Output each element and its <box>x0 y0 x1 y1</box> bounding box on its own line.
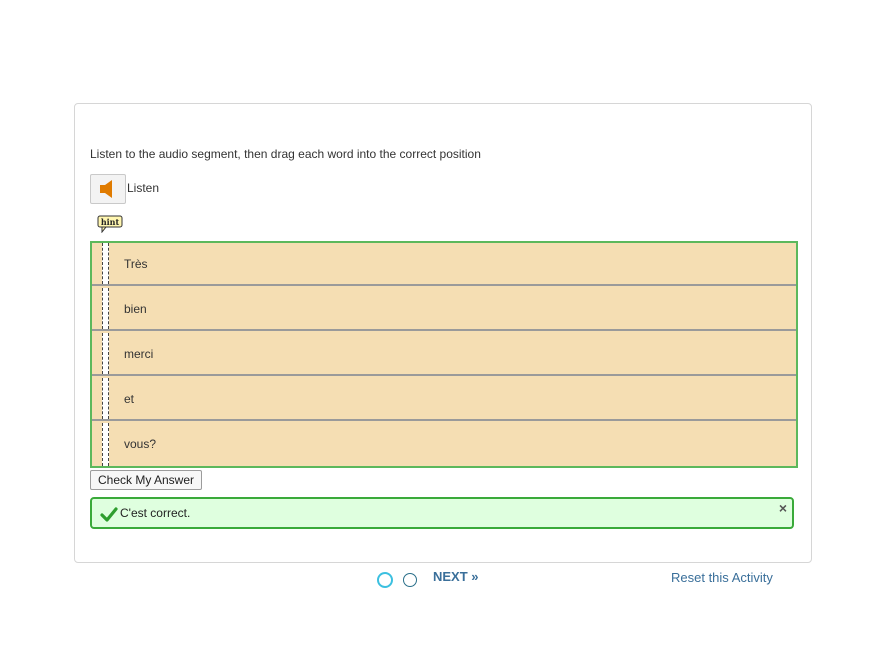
word-label: merci <box>124 347 154 361</box>
word-label: et <box>124 392 135 406</box>
word-sort-list: Très bien merci et vous? <box>90 241 798 468</box>
list-item[interactable]: vous? <box>92 423 796 466</box>
listen-label[interactable]: Listen <box>127 181 159 195</box>
next-link[interactable]: NEXT » <box>433 569 479 584</box>
checkmark-icon <box>100 507 118 522</box>
list-item[interactable]: merci <box>92 333 796 376</box>
close-icon[interactable]: × <box>779 500 787 516</box>
word-label: Très <box>124 257 148 271</box>
feedback-message: C'est correct. <box>120 506 191 520</box>
reset-activity-link[interactable]: Reset this Activity <box>671 570 773 585</box>
list-item[interactable]: Très <box>92 243 796 286</box>
feedback-box: C'est correct. × <box>90 497 794 529</box>
drag-handle[interactable] <box>102 333 109 374</box>
check-answer-button[interactable]: Check My Answer <box>90 470 202 490</box>
hint-button[interactable]: hint <box>97 215 123 234</box>
drag-handle[interactable] <box>102 423 109 466</box>
speaker-icon <box>100 180 112 198</box>
drag-handle[interactable] <box>102 288 109 329</box>
page-dot-1[interactable] <box>377 572 393 588</box>
list-item[interactable]: bien <box>92 288 796 331</box>
drag-handle[interactable] <box>102 243 109 284</box>
drag-handle[interactable] <box>102 378 109 419</box>
listen-button[interactable] <box>90 174 126 204</box>
word-label: bien <box>124 302 147 316</box>
hint-label: hint <box>101 217 120 227</box>
instruction-text: Listen to the audio segment, then drag e… <box>90 147 481 161</box>
hint-icon: hint <box>97 215 123 234</box>
list-item[interactable]: et <box>92 378 796 421</box>
page-dot-2[interactable] <box>403 573 417 587</box>
word-label: vous? <box>124 437 157 451</box>
